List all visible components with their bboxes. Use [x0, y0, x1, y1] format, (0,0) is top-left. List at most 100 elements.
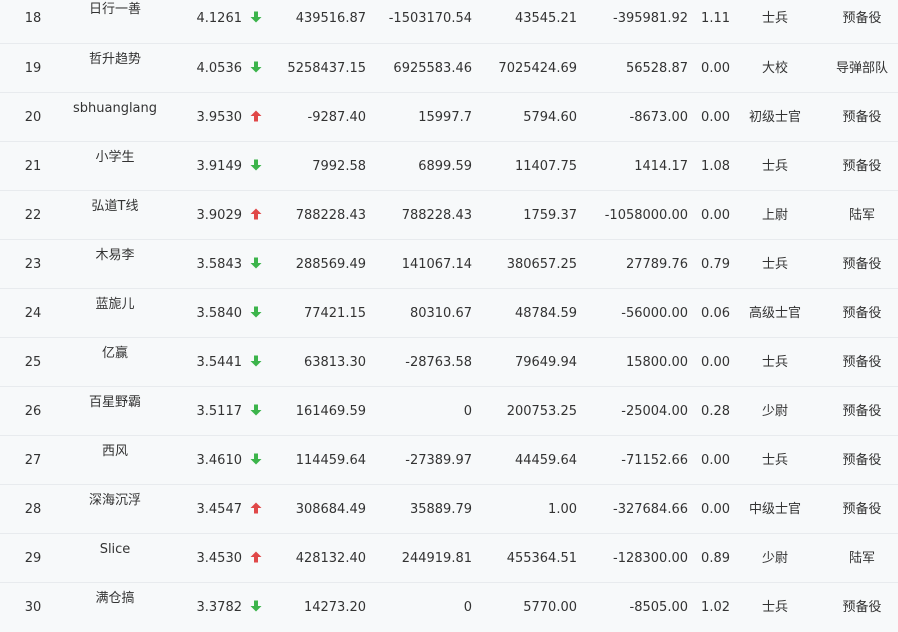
military-rank-cell: 高级士官 [748, 306, 801, 321]
table-row[interactable]: 26 百星野霸 3.5117 161469.59 0 200753.25 -25004.00… [0, 386, 898, 435]
value-cell-2: 80310.67 [409, 306, 472, 321]
ratio-cell: 0.00 [701, 355, 730, 370]
value-cell-4: 1414.17 [634, 159, 688, 174]
trader-name[interactable]: 日行一善 [60, 3, 170, 23]
rank-cell: 30 [24, 600, 42, 615]
value-cell-4: -56000.00 [621, 306, 688, 321]
value-cell-1: 428132.40 [295, 551, 366, 566]
value-cell-3: 5794.60 [523, 110, 577, 125]
trader-name[interactable]: sbhuanglang [60, 102, 170, 122]
down-arrow-icon [248, 338, 264, 387]
value-cell-3: 48784.59 [514, 306, 577, 321]
branch-cell: 预备役 [842, 306, 882, 321]
score-cell: 3.9149 [196, 159, 243, 174]
military-rank-cell: 大校 [761, 61, 788, 76]
ratio-cell: 0.00 [701, 502, 730, 517]
up-arrow-icon [248, 93, 264, 142]
trader-name[interactable]: 亿赢 [60, 347, 170, 367]
table-row[interactable]: 19 哲升趋势 4.0536 5258437.15 6925583.46 7025424.… [0, 43, 898, 92]
value-cell-1: 77421.15 [303, 306, 366, 321]
rank-cell: 19 [24, 61, 42, 76]
value-cell-2: 6899.59 [418, 159, 472, 174]
rank-cell: 20 [24, 110, 42, 125]
score-cell: 3.4547 [196, 502, 243, 517]
table-row[interactable]: 29 Slice 3.4530 428132.40 244919.81 455364.51… [0, 533, 898, 582]
value-cell-4: 56528.87 [625, 61, 688, 76]
ratio-cell: 0.28 [701, 404, 730, 419]
value-cell-1: 308684.49 [295, 502, 366, 517]
branch-cell: 预备役 [842, 159, 882, 174]
branch-cell: 预备役 [842, 502, 882, 517]
score-cell: 4.1261 [196, 11, 243, 26]
military-rank-cell: 上尉 [761, 208, 788, 223]
rank-cell: 28 [24, 502, 42, 517]
score-cell: 3.5117 [196, 404, 243, 419]
branch-cell: 预备役 [842, 453, 882, 468]
trader-name[interactable]: 小学生 [60, 151, 170, 171]
score-cell: 3.5840 [196, 306, 243, 321]
value-cell-3: 380657.25 [506, 257, 577, 272]
value-cell-4: 15800.00 [625, 355, 688, 370]
trader-name[interactable]: 西风 [60, 445, 170, 465]
score-cell: 3.4530 [196, 551, 243, 566]
value-cell-3: 1759.37 [523, 208, 577, 223]
value-cell-4: -128300.00 [613, 551, 688, 566]
branch-cell: 陆军 [848, 208, 875, 223]
value-cell-4: -8673.00 [629, 110, 688, 125]
value-cell-1: 63813.30 [303, 355, 366, 370]
ratio-cell: 0.00 [701, 110, 730, 125]
ratio-cell: 0.00 [701, 208, 730, 223]
value-cell-3: 43545.21 [514, 11, 577, 26]
score-cell: 3.5441 [196, 355, 243, 370]
table-row[interactable]: 22 弘道T线 3.9029 788228.43 788228.43 1759.37 -10… [0, 190, 898, 239]
ratio-cell: 1.11 [701, 11, 730, 26]
trader-name[interactable]: 哲升趋势 [60, 53, 170, 73]
down-arrow-icon [248, 142, 264, 191]
value-cell-2: 0 [463, 404, 472, 419]
trader-name[interactable]: 弘道T线 [60, 200, 170, 220]
branch-cell: 预备役 [842, 110, 882, 125]
up-arrow-icon [248, 191, 264, 240]
down-arrow-icon [248, 240, 264, 289]
branch-cell: 导弹部队 [835, 61, 888, 76]
value-cell-3: 7025424.69 [498, 61, 577, 76]
value-cell-4: -25004.00 [621, 404, 688, 419]
up-arrow-icon [248, 485, 264, 534]
value-cell-3: 44459.64 [514, 453, 577, 468]
branch-cell: 预备役 [842, 355, 882, 370]
military-rank-cell: 士兵 [761, 257, 788, 272]
table-row[interactable]: 25 亿赢 3.5441 63813.30 -28763.58 79649.94 15800… [0, 337, 898, 386]
table-row[interactable]: 21 小学生 3.9149 7992.58 6899.59 11407.75 1414.17… [0, 141, 898, 190]
score-cell: 3.5843 [196, 257, 243, 272]
down-arrow-icon [248, 289, 264, 338]
rank-cell: 22 [24, 208, 42, 223]
value-cell-3: 11407.75 [514, 159, 577, 174]
rank-cell: 27 [24, 453, 42, 468]
table-row[interactable]: 28 深海沉浮 3.4547 308684.49 35889.79 1.00 -327684… [0, 484, 898, 533]
trader-name[interactable]: 百星野霸 [60, 396, 170, 416]
trader-name[interactable]: 木易李 [60, 249, 170, 269]
table-row[interactable]: 23 木易李 3.5843 288569.49 141067.14 380657.25 27… [0, 239, 898, 288]
military-rank-cell: 少尉 [761, 404, 788, 419]
score-cell: 3.4610 [196, 453, 243, 468]
table-row[interactable]: 20 sbhuanglang 3.9530 -9287.40 15997.7 5794.6… [0, 92, 898, 141]
value-cell-3: 79649.94 [514, 355, 577, 370]
trader-name[interactable]: Slice [60, 543, 170, 563]
value-cell-2: 6925583.46 [393, 61, 472, 76]
table-row[interactable]: 27 西风 3.4610 114459.64 -27389.97 44459.64 -711… [0, 435, 898, 484]
trader-name[interactable]: 蓝旎儿 [60, 298, 170, 318]
table-row[interactable]: 30 满仓搞 3.3782 14273.20 0 5770.00 -8505.00 1.02 士… [0, 582, 898, 631]
value-cell-4: -327684.66 [613, 502, 688, 517]
military-rank-cell: 士兵 [761, 453, 788, 468]
value-cell-4: -8505.00 [629, 600, 688, 615]
table-row[interactable]: 24 蓝旎儿 3.5840 77421.15 80310.67 48784.59 -5600… [0, 288, 898, 337]
branch-cell: 预备役 [842, 11, 882, 26]
military-rank-cell: 士兵 [761, 355, 788, 370]
down-arrow-icon [248, 583, 264, 632]
value-cell-3: 1.00 [548, 502, 577, 517]
military-rank-cell: 中级士官 [748, 502, 801, 517]
trader-name[interactable]: 满仓搞 [60, 592, 170, 612]
table-row[interactable]: 18 日行一善 4.1261 439516.87 -1503170.54 43545.21… [0, 0, 898, 43]
trader-name[interactable]: 深海沉浮 [60, 494, 170, 514]
ratio-cell: 0.00 [701, 61, 730, 76]
